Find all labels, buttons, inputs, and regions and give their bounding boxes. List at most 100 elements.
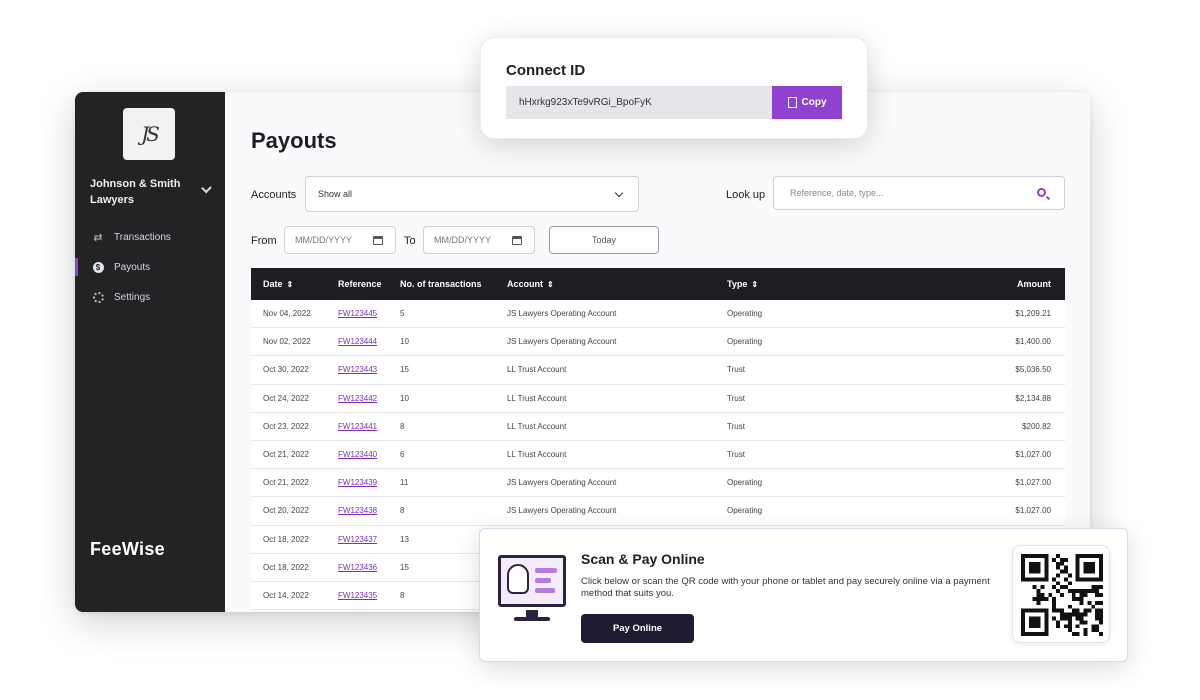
copy-icon xyxy=(787,97,797,108)
cell-date: Oct 20, 2022 xyxy=(263,506,309,516)
sidebar-item-label: Transactions xyxy=(114,231,171,243)
sort-icon: ⇕ xyxy=(286,280,294,289)
cell-amount: $1,027.00 xyxy=(1015,478,1051,488)
cell-type: Operating xyxy=(727,309,763,319)
sidebar-item-label: Payouts xyxy=(114,261,151,273)
reference-link[interactable]: FW123438 xyxy=(326,506,388,515)
sidebar: JS Johnson & Smith Lawyers ⇄ Transaction… xyxy=(75,92,225,612)
cell-amount: $1,027.00 xyxy=(1015,450,1051,460)
qr-code[interactable] xyxy=(1012,545,1110,643)
accounts-label: Accounts xyxy=(251,189,297,201)
cell-account: JS Lawyers Operating Account xyxy=(507,309,617,319)
calendar-icon[interactable] xyxy=(512,236,522,245)
lookup-input[interactable] xyxy=(774,177,1004,209)
chevron-down-icon xyxy=(614,188,624,198)
reference-link[interactable]: FW123444 xyxy=(326,337,388,346)
copy-button[interactable]: Copy xyxy=(772,86,842,119)
reference-link[interactable]: FW123437 xyxy=(326,535,388,544)
cell-date: Oct 14, 2022 xyxy=(263,590,309,600)
transfer-arrows-icon: ⇄ xyxy=(93,231,103,244)
column-header-account[interactable]: Account ⇕ xyxy=(495,279,715,289)
reference-link[interactable]: FW123442 xyxy=(326,394,388,403)
connect-id-title: Connect ID xyxy=(506,62,586,79)
dollar-coin-icon: $ xyxy=(91,260,105,274)
cell-date: Oct 24, 2022 xyxy=(263,393,309,403)
sidebar-item-label: Settings xyxy=(114,291,151,303)
cell-num-transactions: 11 xyxy=(400,478,409,488)
pay-online-button[interactable]: Pay Online xyxy=(581,614,694,643)
cell-account: LL Trust Account xyxy=(507,450,567,460)
accounts-select-value: Show all xyxy=(318,189,353,199)
copy-button-label: Copy xyxy=(801,97,827,108)
cell-date: Oct 18, 2022 xyxy=(263,562,309,572)
accounts-select[interactable]: Show all xyxy=(305,176,639,212)
cell-num-transactions: 15 xyxy=(400,365,409,375)
cell-amount: $1,027.00 xyxy=(1015,506,1051,516)
cell-num-transactions: 5 xyxy=(400,309,405,319)
to-date-input[interactable] xyxy=(424,227,508,253)
table-row[interactable]: Oct 24, 2022 FW123442 10 LL Trust Account Tr… xyxy=(251,384,1065,413)
cell-date: Oct 30, 2022 xyxy=(263,365,309,375)
sidebar-item-settings[interactable]: Settings xyxy=(75,282,225,312)
search-icon[interactable] xyxy=(1037,188,1046,197)
reference-link[interactable]: FW123440 xyxy=(326,450,388,459)
table-row[interactable]: Oct 21, 2022 FW123439 11 JS Lawyers Operati… xyxy=(251,469,1065,498)
cell-date: Nov 02, 2022 xyxy=(263,337,311,347)
scan-pay-title: Scan & Pay Online xyxy=(581,551,705,567)
lookup-label: Look up xyxy=(726,189,766,201)
cell-account: JS Lawyers Operating Account xyxy=(507,478,617,488)
calendar-icon[interactable] xyxy=(373,236,383,245)
table-row[interactable]: Nov 04, 2022 FW123445 5 JS Lawyers Operatin… xyxy=(251,300,1065,329)
cell-amount: $200.82 xyxy=(1022,421,1051,431)
lookup-field xyxy=(773,176,1065,210)
from-label: From xyxy=(251,235,277,247)
cell-date: Oct 23, 2022 xyxy=(263,421,309,431)
cell-date: Oct 21, 2022 xyxy=(263,450,309,460)
column-header-reference: Reference xyxy=(338,279,382,289)
cell-amount: $1,400.00 xyxy=(1015,337,1051,347)
reference-link[interactable]: FW123435 xyxy=(326,591,388,600)
to-label: To xyxy=(404,235,416,247)
sidebar-item-transactions[interactable]: ⇄ Transactions xyxy=(75,222,225,252)
table-header: Date ⇕ Reference No. of transactions Acco… xyxy=(251,268,1065,300)
today-button[interactable]: Today xyxy=(549,226,659,254)
cell-account: JS Lawyers Operating Account xyxy=(507,337,617,347)
cell-type: Operating xyxy=(727,506,763,516)
cell-type: Trust xyxy=(727,393,745,403)
firm-logo: JS xyxy=(123,108,175,160)
table-row[interactable]: Oct 21, 2022 FW123440 6 LL Trust Account Tru… xyxy=(251,440,1065,470)
cell-account: LL Trust Account xyxy=(507,393,567,403)
connect-id-card: Connect ID hHxrkg923xTe9vRGi_BpoFyK Copy xyxy=(480,37,868,139)
reference-link[interactable]: FW123443 xyxy=(326,365,388,374)
sidebar-item-payouts[interactable]: $ Payouts xyxy=(75,252,225,282)
reference-link[interactable]: FW123436 xyxy=(326,563,388,572)
connect-id-field[interactable]: hHxrkg923xTe9vRGi_BpoFyK xyxy=(506,86,772,119)
from-date-input[interactable] xyxy=(285,227,369,253)
column-header-date[interactable]: Date ⇕ xyxy=(251,279,326,289)
table-row[interactable]: Nov 02, 2022 FW123444 10 JS Lawyers Operati… xyxy=(251,328,1065,357)
table-row[interactable]: Oct 20, 2022 FW123438 8 JS Lawyers Operatin… xyxy=(251,497,1065,526)
scan-pay-card: Scan & Pay Online Click below or scan th… xyxy=(479,528,1128,662)
table-row[interactable]: Oct 30, 2022 FW123443 15 LL Trust Account Tr… xyxy=(251,356,1065,385)
cell-account: JS Lawyers Operating Account xyxy=(507,506,617,516)
reference-link[interactable]: FW123445 xyxy=(326,309,388,318)
gear-icon xyxy=(91,290,105,304)
sort-icon: ⇕ xyxy=(547,280,554,289)
reference-link[interactable]: FW123439 xyxy=(326,478,388,487)
reference-link[interactable]: FW123441 xyxy=(326,422,388,431)
column-header-num-transactions: No. of transactions xyxy=(400,279,482,289)
column-header-type[interactable]: Type ⇕ xyxy=(715,279,915,289)
cell-date: Nov 04, 2022 xyxy=(263,309,311,319)
firm-name: Johnson & Smith Lawyers xyxy=(90,178,181,206)
scan-pay-description: Click below or scan the QR code with you… xyxy=(581,576,990,599)
cell-type: Operating xyxy=(727,337,763,347)
cell-num-transactions: 8 xyxy=(400,506,405,516)
table-row[interactable]: Oct 23, 2022 FW123441 8 LL Trust Account Tru… xyxy=(251,412,1065,441)
cell-type: Trust xyxy=(727,450,745,460)
cell-num-transactions: 10 xyxy=(400,393,409,403)
qr-code-icon xyxy=(1021,554,1103,636)
column-header-amount: Amount xyxy=(1017,279,1051,289)
cell-type: Operating xyxy=(727,478,763,488)
sort-icon: ⇕ xyxy=(751,280,759,289)
firm-switcher[interactable]: Johnson & Smith Lawyers xyxy=(90,176,212,208)
